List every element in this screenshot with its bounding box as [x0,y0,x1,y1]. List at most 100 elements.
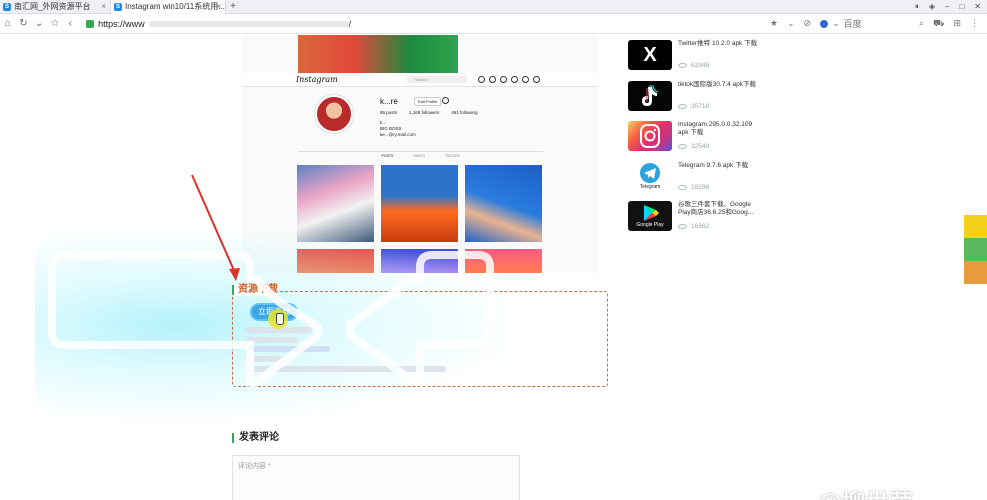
site-favicon-icon: S [3,3,11,11]
message-icon [489,76,496,83]
tab-label: Instagram win10/11系统用... [125,2,225,11]
comment-placeholder: 评论内容 * [238,463,271,470]
instagram-logo-icon [640,124,660,148]
window-controls: ⏸ ◈ – □ ✕ [915,0,987,13]
tab-saved: SAVED [413,154,425,158]
maximize-icon[interactable]: □ [959,0,964,13]
dropdown-icon[interactable]: ⌄ [787,18,795,29]
view-count: 16362 [678,223,709,230]
favorite-star-icon[interactable]: ☆ [47,18,63,29]
followers-count: 1,165 followers [409,110,440,115]
mouse-cursor-highlight [268,309,288,329]
sidebar-item-telegram[interactable]: Telegram Telegram 9.7.6 apk 下载 18296 [628,162,828,194]
web-page: Instagram Search k...re Edit Profile 86 … [0,35,987,500]
ad-block-icon[interactable]: ⊘ [804,18,812,29]
close-tab-icon[interactable]: × [216,0,221,14]
url-prefix: https://www [98,18,145,29]
tiktok-icon [628,81,672,111]
close-window-icon[interactable]: ✕ [974,0,981,13]
history-dropdown-icon[interactable]: ⌄ [31,18,47,29]
sidebar-item-title[interactable]: tiktok国际版30.7.4 apk下载 [678,81,762,89]
site-favicon-icon: S [114,3,122,11]
sidebar-item-title[interactable]: 谷歌三件套下载、Google Play商店36.6.25和Goog... [678,201,762,217]
instagram-header: Instagram Search [242,73,598,87]
chevron-down-icon: ⌄ [832,18,840,28]
pin-icon[interactable]: ⏸ [915,0,919,13]
tab-posts: POSTS [381,154,394,158]
address-bar[interactable]: https://www / [86,16,770,32]
view-count-value: 35718 [691,103,710,110]
google-play-icon-label: Google Play [636,222,664,228]
instagram-search-box: Search [407,76,467,83]
profile-tabs: POSTS SAVED TAGGED [298,151,543,158]
wechat-share-icon[interactable] [964,238,987,261]
profile-username: k...re [380,97,398,106]
url-suffix: / [348,18,352,29]
comment-section-title: 发表评论 [232,432,279,444]
home-icon [478,76,485,83]
url-redacted [148,20,349,27]
weibo-share-icon[interactable] [964,215,987,238]
search-engine-icon [820,19,829,28]
tab-instagram-active[interactable]: S Instagram win10/11系统用... × [110,0,226,14]
instagram-nav-icons [478,76,540,83]
minimize-icon[interactable]: – [945,0,949,13]
blurred-link [246,346,330,352]
x-icon: X [628,40,672,70]
cart-icon[interactable]: ⛟ [933,18,944,30]
sidebar-item-tiktok[interactable]: tiktok国际版30.7.4 apk下载 35718 [628,81,828,113]
shield-icon[interactable]: ◈ [929,0,935,13]
eye-icon [678,223,687,229]
telegram-icon: Telegram [628,162,672,192]
menu-icon[interactable]: ⋮ [970,18,979,29]
blurred-text [246,366,446,372]
edit-profile-button: Edit Profile [414,97,442,106]
qq-share-icon[interactable] [964,261,987,284]
sidebar-item-title[interactable]: Twitter推特 10.2.0 apk 下载 [678,40,762,48]
eye-icon [678,62,687,68]
download-section-title: 资源下载 [232,284,278,296]
tab-nanhui[interactable]: S 南汇网_外网资源平台 × [0,0,110,14]
refresh-icon[interactable]: ↻ [16,18,32,29]
secure-lock-icon [86,19,95,28]
view-count: 18296 [678,184,709,191]
eye-icon [678,184,687,190]
search-engine-selector[interactable]: ⌄ 百度 [820,17,910,30]
gear-icon [442,97,449,104]
sidebar-item-instagram[interactable]: Instagram 295.0.0.32.109 apk 下载 32549 [628,121,828,153]
home-icon[interactable]: ⌂ [0,18,16,29]
view-count-value: 62948 [691,62,710,69]
browser-tab-strip: S 南汇网_外网资源平台 × S Instagram win10/11系统用..… [0,0,987,14]
new-tab-button[interactable]: + [226,0,240,13]
profile-stats: 86 posts 1,165 followers 461 following [380,110,478,115]
sidebar-item-title[interactable]: Telegram 9.7.6 apk 下载 [678,162,762,170]
tab-label: 南汇网_外网资源平台 [14,2,91,11]
google-play-icon: Google Play [628,201,672,231]
sidebar-item-twitter[interactable]: X Twitter推特 10.2.0 apk 下载 62948 [628,40,828,72]
bio-line: ke...@ry.mail.com [380,132,416,137]
close-tab-icon[interactable]: × [101,0,106,14]
back-icon[interactable]: ‹ [63,18,79,29]
view-count-value: 18296 [691,184,710,191]
instagram-icon [628,121,672,151]
profile-bio: k... BIG BOSS ke...@ry.mail.com [380,120,416,138]
grid-apps-icon[interactable]: ⊞ [953,18,961,29]
profile-icon [533,76,540,83]
sidebar-item-google-play[interactable]: Google Play 谷歌三件套下载、Google Play商店36.6.25… [628,201,828,233]
avatar [315,95,353,133]
eye-icon [678,143,687,149]
eye-icon [678,103,687,109]
heart-icon [522,76,529,83]
view-count: 35718 [678,103,709,110]
telegram-icon-label: Telegram [639,184,661,190]
following-count: 461 following [451,110,478,115]
posts-count: 86 posts [380,110,398,115]
bookmark-star-icon[interactable]: ★ [770,18,778,29]
watermark-text: @柳世茵 [818,483,913,500]
tab-tagged: TAGGED [444,154,460,158]
search-icon[interactable]: ⌕ [919,18,924,29]
comment-input[interactable]: 评论内容 * [232,455,520,500]
tiktok-logo-icon [642,85,659,106]
toolbar-right: ★ ⌄ ⊘ ⌄ 百度 ⌕ ⛟ ⊞ ⋮ [770,17,987,30]
sidebar-item-title[interactable]: Instagram 295.0.0.32.109 apk 下载 [678,121,762,137]
